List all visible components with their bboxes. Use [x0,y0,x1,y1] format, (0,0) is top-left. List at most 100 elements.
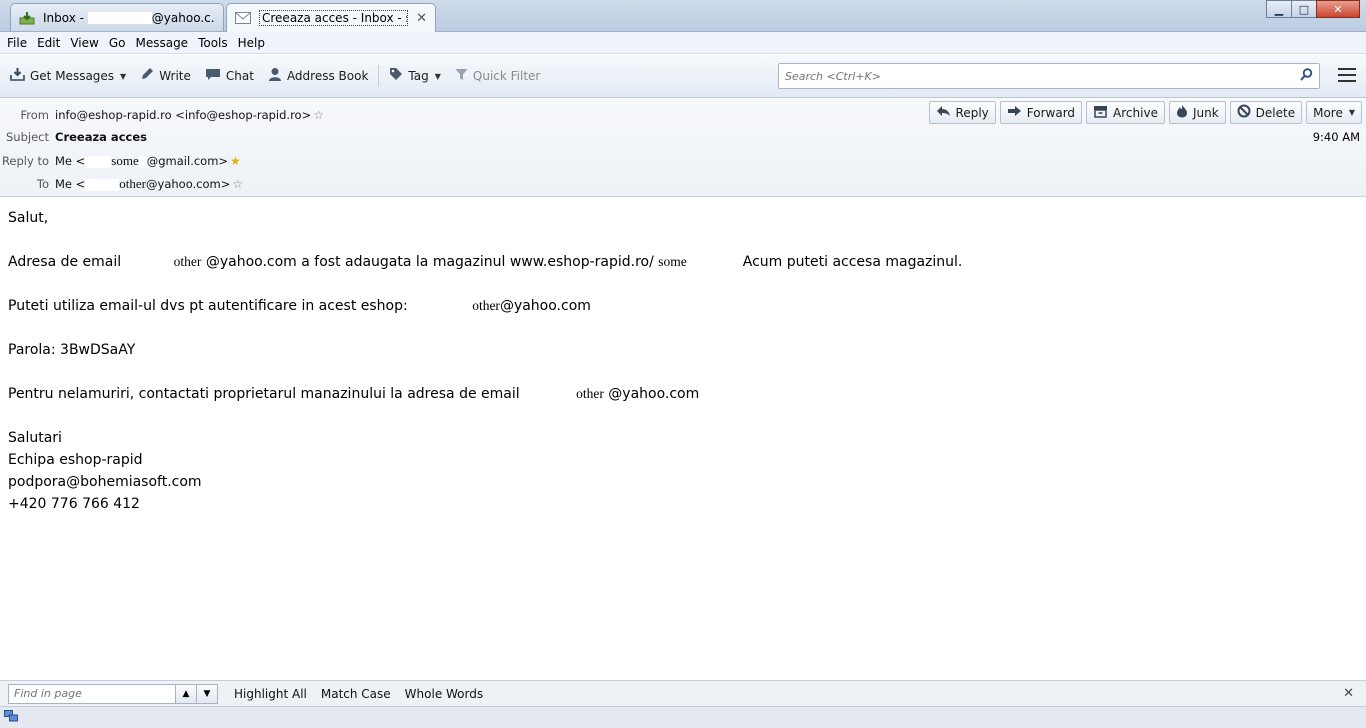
body-line-4-b: @yahoo.com [603,386,700,402]
signature-phone: +420 776 766 412 [8,496,140,512]
more-button[interactable]: More ▼ [1306,101,1362,124]
chat-label: Chat [225,69,254,83]
replyto-value[interactable]: Me < some @gmail.com> [55,153,228,169]
from-label: From [20,108,50,122]
star-filled-icon[interactable]: ★ [230,154,241,168]
reply-arrow-icon [936,105,951,120]
maximize-button[interactable]: □ [1291,0,1317,18]
download-icon [10,67,25,85]
tab-close-icon[interactable]: ✕ [416,11,427,26]
minimize-button[interactable]: ▁ [1266,0,1292,18]
body-line-1-name: other [173,254,202,269]
search-input[interactable] [785,69,1300,83]
chevron-up-icon: ▲ [182,688,190,699]
quick-filter-label: Quick Filter [472,69,541,83]
junk-button[interactable]: Junk [1168,101,1226,124]
body-line-1-a: Adresa de email [8,254,126,270]
body-line-1-b[interactable]: @yahoo.com a fost adaugata la magazinul … [201,254,654,270]
body-greeting: Salut, [8,210,49,226]
subject-label: Subject [6,130,49,144]
address-book-label: Address Book [286,69,369,83]
reply-button[interactable]: Reply [928,101,996,124]
reply-label: Reply [955,105,989,120]
more-label: More [1313,105,1343,120]
find-previous-button[interactable]: ▲ [175,683,197,704]
pencil-icon [140,67,154,85]
write-label: Write [159,69,191,83]
header-subject-row: Subject Creeaza acces [0,127,147,147]
menu-edit[interactable]: Edit [32,36,65,50]
body-line-1-shop: some [658,254,687,269]
find-input[interactable] [8,683,176,704]
online-status-icon[interactable] [4,710,18,725]
chevron-down-icon[interactable]: ▼ [120,72,126,81]
subject-value: Creeaza acces [55,130,147,144]
close-icon[interactable]: ✕ [1343,686,1354,701]
main-toolbar: Get Messages ▼ Write Chat Address Book T… [0,55,1366,98]
replyto-prefix: Me < [55,154,86,168]
app-menu-icon[interactable] [1338,68,1356,82]
archive-button[interactable]: Archive [1086,101,1165,124]
star-outline-icon[interactable]: ☆ [232,177,243,191]
menu-view[interactable]: View [65,36,103,50]
from-value[interactable]: info@eshop-rapid.ro <info@eshop-rapid.ro… [55,108,311,122]
menu-file[interactable]: File [2,36,32,50]
tag-button[interactable]: Tag ▼ [385,63,444,89]
menu-tools[interactable]: Tools [193,36,233,50]
tab-message[interactable]: Creeaza acces - Inbox - sor... ✕ [226,3,436,32]
to-name: other [119,176,147,191]
body-line-4-name: other [576,386,604,401]
get-messages-button[interactable]: Get Messages ▼ [6,63,130,89]
write-button[interactable]: Write [136,63,195,89]
match-case-toggle[interactable]: Match Case [321,687,391,701]
window-controls: ▁ □ ✕ [1266,0,1360,18]
body-line-2-name: other [472,298,500,313]
signature-email[interactable]: podpora@bohemiasoft.com [8,471,1348,493]
flame-icon [1176,104,1188,121]
chevron-down-icon: ▼ [203,688,211,699]
body-password-line: Parola: 3BwDSaAY [8,342,136,358]
delete-button[interactable]: Delete [1229,101,1303,124]
forward-label: Forward [1026,105,1076,120]
tab-strip: Inbox - @yahoo.c... Creeaza acces - Inbo… [0,0,1366,32]
tab-message-title: Creeaza acces - Inbox - sor... [259,10,409,26]
to-suffix: @yahoo.com> [146,177,231,191]
search-icon[interactable] [1300,67,1313,85]
no-entry-icon [1237,104,1251,121]
chevron-down-icon: ▼ [434,71,441,81]
menu-message[interactable]: Message [130,36,193,50]
chat-button[interactable]: Chat [201,63,258,89]
tag-icon [389,67,403,85]
whole-words-toggle[interactable]: Whole Words [405,687,483,701]
to-value[interactable]: Me < other@yahoo.com> [55,176,230,192]
body-line-4: Pentru nelamuriri, contactati proprietar… [8,383,1348,405]
close-window-button[interactable]: ✕ [1316,0,1360,18]
replyto-label: Reply to [1,154,49,168]
chat-bubble-icon [205,67,221,85]
envelope-icon [235,11,251,25]
menu-help[interactable]: Help [233,36,270,50]
find-bar: ▲ ▼ Highlight All Match Case Whole Words… [0,680,1366,706]
menu-go[interactable]: Go [104,36,131,50]
forward-arrow-icon [1007,105,1022,120]
chevron-down-icon: ▼ [1348,108,1355,117]
archive-label: Archive [1113,105,1158,120]
replyto-name: some [111,153,139,168]
body-line-2-b: @yahoo.com [499,298,591,314]
delete-label: Delete [1255,105,1296,120]
to-prefix: Me < [55,177,86,191]
get-messages-label: Get Messages [30,69,115,83]
highlight-all-toggle[interactable]: Highlight All [234,687,307,701]
find-next-button[interactable]: ▼ [196,683,218,704]
message-time: 9:40 AM [1312,130,1360,144]
tab-inbox[interactable]: Inbox - @yahoo.c... [10,3,224,31]
forward-button[interactable]: Forward [999,101,1083,124]
signature-greeting: Salutari [8,430,62,446]
address-book-button[interactable]: Address Book [264,63,372,89]
star-outline-icon[interactable]: ☆ [313,108,324,122]
header-from-row: From info@eshop-rapid.ro <info@eshop-rap… [0,105,324,125]
body-line-4-a: Pentru nelamuriri, contactati proprietar… [8,386,525,402]
quick-filter-button[interactable]: Quick Filter [451,63,544,89]
person-icon [268,67,282,85]
search-box[interactable] [778,63,1320,89]
